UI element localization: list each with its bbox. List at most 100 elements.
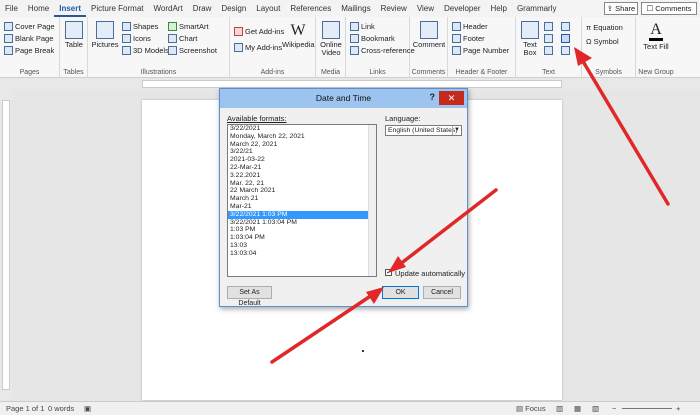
word-count[interactable]: 0 words (48, 402, 74, 415)
online-video-button[interactable]: Online Video (318, 21, 344, 57)
page-count[interactable]: Page 1 of 1 (6, 402, 44, 415)
my-addins-button[interactable]: My Add-ins (234, 42, 282, 53)
zoom-slider[interactable] (622, 408, 672, 409)
link-button[interactable]: Link (350, 21, 375, 32)
list-item[interactable]: 3/22/2021 (228, 125, 376, 133)
group-illustrations: Pictures Shapes Icons 3D Models SmartArt… (88, 17, 230, 78)
tab-references[interactable]: References (285, 0, 336, 17)
print-layout-icon[interactable]: ▦ (574, 402, 581, 415)
cross-reference-button[interactable]: Cross-reference (350, 45, 415, 56)
tab-home[interactable]: Home (23, 0, 54, 17)
available-formats-label: Available formats: (227, 114, 287, 123)
text-box-button[interactable]: Text Box (518, 21, 542, 57)
ok-button[interactable]: OK (382, 286, 419, 299)
comments-button[interactable]: ☐ Comments (641, 2, 697, 15)
list-item[interactable]: 13:03 (228, 242, 376, 250)
list-item[interactable]: Monday, March 22, 2021 (228, 133, 376, 141)
available-formats-list[interactable]: 3/22/2021 Monday, March 22, 2021 March 22,… (227, 124, 377, 277)
tab-insert[interactable]: Insert (54, 0, 87, 17)
share-button[interactable]: ⇪ Share (604, 2, 638, 15)
smartart-button[interactable]: SmartArt (168, 21, 209, 32)
quick-parts-button[interactable] (544, 21, 553, 32)
tab-grammarly[interactable]: Grammarly (512, 0, 562, 17)
zoom-out-icon[interactable]: − (612, 402, 616, 415)
list-item[interactable]: 3/22/21 (228, 148, 376, 156)
screenshot-button[interactable]: Screenshot (168, 45, 217, 56)
language-select[interactable]: English (United States) ▼ (385, 125, 462, 136)
tab-wordart[interactable]: WordArt (149, 0, 188, 17)
list-item[interactable]: March 21 (228, 195, 376, 203)
3d-models-button[interactable]: 3D Models (122, 45, 169, 56)
comment-icon (420, 21, 438, 39)
date-time-button[interactable] (561, 33, 570, 44)
object-icon (561, 46, 570, 55)
object-button[interactable] (561, 45, 570, 56)
set-as-default-button[interactable]: Set As Default (227, 286, 272, 307)
symbol-button[interactable]: Ω Symbol (586, 36, 619, 47)
web-layout-icon[interactable]: ▧ (592, 402, 599, 415)
proofing-icon[interactable]: ▣ (84, 402, 91, 415)
list-item[interactable]: 3/22/2021 1:03:04 PM (228, 219, 376, 227)
list-item[interactable]: March 22, 2021 (228, 141, 376, 149)
wordart-button[interactable] (544, 33, 553, 44)
list-item[interactable]: 1:03 PM (228, 226, 376, 234)
list-item[interactable]: 13:03:04 (228, 250, 376, 258)
list-scrollbar[interactable] (368, 125, 376, 276)
drop-cap-button[interactable] (544, 45, 553, 56)
help-button[interactable]: ? (430, 92, 436, 102)
cover-page-button[interactable]: Cover Page (4, 21, 55, 32)
table-button[interactable]: Table (62, 21, 86, 49)
list-item[interactable]: 2021-03-22 (228, 156, 376, 164)
page-break-button[interactable]: Page Break (4, 45, 54, 56)
tab-review[interactable]: Review (376, 0, 412, 17)
group-label-links: Links (369, 69, 386, 76)
tab-view[interactable]: View (412, 0, 439, 17)
close-button[interactable]: ✕ (439, 91, 464, 105)
footer-button[interactable]: Footer (452, 33, 485, 44)
list-item[interactable]: 22 March 2021 (228, 187, 376, 195)
zoom-in-icon[interactable]: + (676, 402, 680, 415)
cancel-button[interactable]: Cancel (423, 286, 461, 299)
new-comment-button[interactable]: Comment (412, 21, 446, 49)
list-item[interactable]: 1:03:04 PM (228, 234, 376, 242)
pictures-button[interactable]: Pictures (90, 21, 120, 49)
list-item[interactable]: 22-Mar-21 (228, 164, 376, 172)
tab-developer[interactable]: Developer (439, 0, 485, 17)
list-item[interactable]: 3.22.2021 (228, 172, 376, 180)
icons-button[interactable]: Icons (122, 33, 151, 44)
cross-reference-icon (350, 46, 359, 55)
list-item[interactable]: 3/22/2021 1:03 PM (228, 210, 376, 219)
shapes-button[interactable]: Shapes (122, 21, 158, 32)
page-number-button[interactable]: Page Number (452, 45, 509, 56)
group-text: Text Box Text (516, 17, 582, 78)
text-box-icon (521, 21, 539, 39)
focus-button[interactable]: ▤ Focus (516, 402, 546, 415)
tab-help[interactable]: Help (485, 0, 511, 17)
chart-button[interactable]: Chart (168, 33, 197, 44)
tab-picture-format[interactable]: Picture Format (86, 0, 148, 17)
wikipedia-button[interactable]: W Wikipedia (282, 21, 315, 49)
list-item[interactable]: Mar-21 (228, 203, 376, 211)
group-media: Online Video Media (316, 17, 346, 78)
bookmark-button[interactable]: Bookmark (350, 33, 395, 44)
tab-design[interactable]: Design (216, 0, 251, 17)
group-label-symbols: Symbols (595, 69, 622, 76)
list-item[interactable]: Mar. 22, 21 (228, 180, 376, 188)
page-number-icon (452, 46, 461, 55)
tab-mailings[interactable]: Mailings (336, 0, 375, 17)
tab-draw[interactable]: Draw (188, 0, 217, 17)
group-label-media: Media (320, 69, 341, 76)
update-automatically-checkbox[interactable]: ✓ (385, 269, 392, 276)
read-mode-icon[interactable]: ▥ (556, 402, 563, 415)
tab-file[interactable]: File (0, 0, 23, 17)
header-button[interactable]: Header (452, 21, 488, 32)
smartart-icon (168, 22, 177, 31)
get-addins-button[interactable]: Get Add-ins (234, 26, 284, 37)
signature-line-button[interactable] (561, 21, 570, 32)
equation-button[interactable]: π Equation (586, 22, 623, 33)
blank-page-button[interactable]: Blank Page (4, 33, 53, 44)
comment-icon: ☐ (646, 4, 656, 13)
dialog-title-bar: Date and Time ? ✕ (220, 89, 467, 108)
tab-layout[interactable]: Layout (251, 0, 285, 17)
text-fill-button[interactable]: A Text Fill (640, 21, 672, 51)
